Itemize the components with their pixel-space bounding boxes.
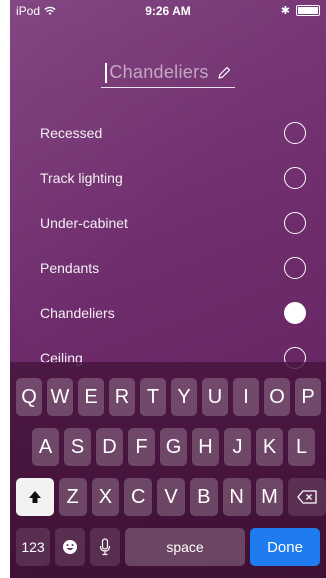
key-d[interactable]: D bbox=[96, 428, 123, 466]
key-e[interactable]: E bbox=[78, 378, 104, 416]
radio-button[interactable] bbox=[284, 166, 306, 189]
title-text: Chandeliers bbox=[109, 62, 209, 82]
shift-key[interactable] bbox=[16, 478, 54, 516]
key-a[interactable]: A bbox=[32, 428, 59, 466]
pencil-icon[interactable] bbox=[217, 66, 231, 80]
key-p[interactable]: P bbox=[295, 378, 321, 416]
list-item[interactable]: Recessed bbox=[10, 110, 326, 155]
key-r[interactable]: R bbox=[109, 378, 135, 416]
key-w[interactable]: W bbox=[47, 378, 73, 416]
key-g[interactable]: G bbox=[160, 428, 187, 466]
list-item[interactable]: Chandeliers bbox=[10, 290, 326, 335]
item-label: Recessed bbox=[40, 124, 103, 141]
backspace-icon bbox=[297, 490, 317, 504]
key-f[interactable]: F bbox=[128, 428, 155, 466]
list-item[interactable]: Track lighting bbox=[10, 155, 326, 200]
item-label: Under-cabinet bbox=[40, 214, 128, 231]
emoji-key[interactable] bbox=[55, 528, 85, 566]
microphone-icon bbox=[99, 538, 111, 556]
key-t[interactable]: T bbox=[140, 378, 166, 416]
radio-button[interactable] bbox=[284, 211, 306, 234]
space-key[interactable]: space bbox=[125, 528, 245, 566]
numbers-key[interactable]: 123 bbox=[16, 528, 50, 566]
key-k[interactable]: K bbox=[256, 428, 283, 466]
key-b[interactable]: B bbox=[189, 478, 218, 516]
title-row: Chandeliers bbox=[10, 62, 326, 88]
status-right: ✱ bbox=[281, 4, 320, 17]
emoji-icon bbox=[63, 540, 77, 554]
key-o[interactable]: O bbox=[264, 378, 290, 416]
item-label: Pendants bbox=[40, 259, 100, 276]
title-field[interactable]: Chandeliers bbox=[101, 62, 235, 88]
list-item[interactable]: Pendants bbox=[10, 245, 326, 290]
item-label: Track lighting bbox=[40, 169, 123, 186]
key-c[interactable]: C bbox=[124, 478, 153, 516]
key-z[interactable]: Z bbox=[58, 478, 87, 516]
key-x[interactable]: X bbox=[91, 478, 120, 516]
keyboard-row-3: Z X C V B N M bbox=[16, 478, 326, 516]
status-bar: iPod 9:26 AM ✱ bbox=[10, 0, 326, 20]
done-key[interactable]: Done bbox=[250, 528, 320, 566]
clock: 9:26 AM bbox=[145, 4, 191, 18]
option-list: Recessed Track lighting Under-cabinet Pe… bbox=[10, 110, 326, 380]
key-v[interactable]: V bbox=[157, 478, 185, 516]
battery-icon bbox=[296, 5, 320, 16]
radio-button[interactable] bbox=[284, 121, 306, 144]
key-j[interactable]: J bbox=[224, 428, 251, 466]
item-label: Chandeliers bbox=[40, 304, 115, 321]
key-n[interactable]: N bbox=[222, 478, 251, 516]
bluetooth-icon: ✱ bbox=[280, 5, 290, 17]
text-cursor bbox=[105, 62, 108, 83]
key-y[interactable]: Y bbox=[171, 378, 197, 416]
shift-arrow-icon bbox=[28, 491, 41, 503]
keyboard-row-2: A S D F G H J K L bbox=[32, 428, 326, 466]
key-l[interactable]: L bbox=[288, 428, 315, 466]
radio-button[interactable] bbox=[284, 256, 306, 279]
key-m[interactable]: M bbox=[255, 478, 284, 516]
key-s[interactable]: S bbox=[64, 428, 91, 466]
list-item[interactable]: Under-cabinet bbox=[10, 200, 326, 245]
dictation-key[interactable] bbox=[90, 528, 120, 566]
key-u[interactable]: U bbox=[202, 378, 228, 416]
key-q[interactable]: Q bbox=[16, 378, 42, 416]
key-i[interactable]: I bbox=[233, 378, 259, 416]
key-h[interactable]: H bbox=[192, 428, 219, 466]
keyboard-row-4: 123 space Done bbox=[16, 528, 326, 566]
delete-key[interactable] bbox=[288, 478, 326, 516]
radio-button-selected[interactable] bbox=[284, 301, 306, 324]
keyboard-row-1: Q W E R T Y U I O P bbox=[16, 378, 326, 416]
app-screen: iPod 9:26 AM ✱ Chandeliers Recessed Trac… bbox=[10, 0, 326, 578]
keyboard: Q W E R T Y U I O P A S D F G H J K L Z … bbox=[10, 362, 326, 578]
